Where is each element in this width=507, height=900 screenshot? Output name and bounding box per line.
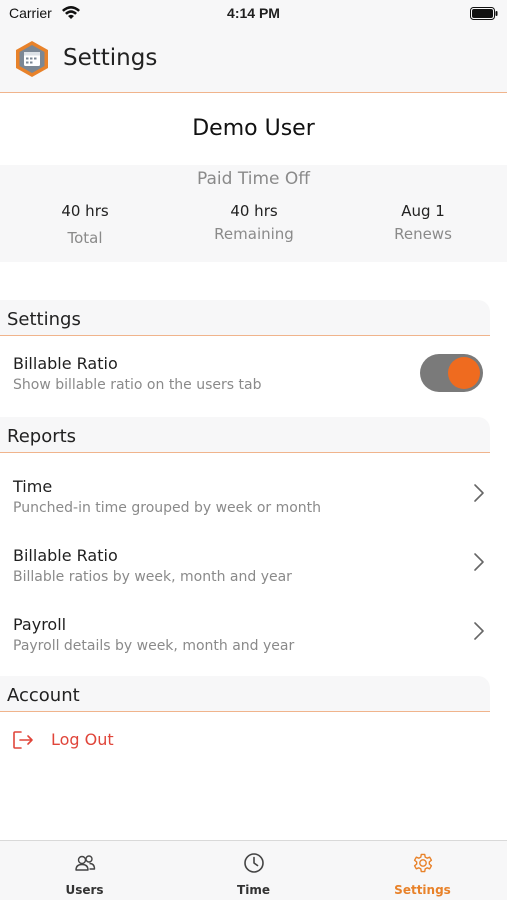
pto-remaining-value: 40 hrs [230,202,278,220]
tab-settings-label: Settings [394,883,451,897]
billable-ratio-toggle[interactable] [420,354,483,392]
report-subtitle: Billable ratios by week, month and year [13,569,292,585]
account-section-title: Account [7,685,80,706]
tab-time[interactable]: Time [169,841,338,900]
logout-button[interactable]: Log Out [0,726,507,758]
clock-icon [244,853,264,873]
page-title: Settings [63,45,158,71]
billable-ratio-setting-title: Billable Ratio [13,354,118,373]
settings-section-header: Settings [0,300,490,336]
report-subtitle: Payroll details by week, month and year [13,638,295,654]
pto-total: 40 hrs Total [0,202,170,247]
chevron-right-icon [474,484,484,502]
report-row-billable-ratio[interactable]: Billable Ratio Billable ratios by week, … [0,546,507,608]
reports-section-title: Reports [7,426,77,447]
logout-label: Log Out [51,730,114,749]
report-row-time[interactable]: Time Punched-in time grouped by week or … [0,477,507,539]
account-section-header: Account [0,676,490,712]
toggle-knob [448,357,480,389]
report-title: Payroll [13,615,67,634]
pto-renews-value: Aug 1 [401,202,445,220]
calendar-hexagon-icon [16,41,48,77]
tab-settings[interactable]: Settings [338,841,507,900]
billable-ratio-setting-subtitle: Show billable ratio on the users tab [13,377,262,393]
report-title: Time [13,477,53,496]
pto-total-label: Total [67,229,103,247]
pto-panel: Paid Time Off 40 hrs Total 40 hrs Remain… [0,165,507,262]
gear-icon [413,853,433,873]
battery-icon [470,7,498,20]
settings-screen: Carrier 4:14 PM Settings Demo User Paid … [0,0,507,900]
chevron-right-icon [474,553,484,571]
tab-users-label: Users [65,883,104,897]
user-name: Demo User [192,116,315,141]
tab-bar: Users Time Settings [0,840,507,900]
logout-icon [13,731,33,749]
report-subtitle: Punched-in time grouped by week or month [13,500,322,516]
pto-remaining: 40 hrs Remaining [169,202,339,243]
pto-renews: Aug 1 Renews [338,202,507,243]
tab-time-label: Time [237,883,270,897]
pto-total-value: 40 hrs [61,202,109,220]
reports-section-header: Reports [0,417,490,453]
report-row-payroll[interactable]: Payroll Payroll details by week, month a… [0,615,507,677]
pto-renews-label: Renews [394,225,452,243]
status-time: 4:14 PM [227,5,280,21]
users-icon [75,855,96,871]
nav-header: Settings [0,28,507,93]
status-bar: Carrier 4:14 PM [0,0,507,28]
pto-remaining-label: Remaining [214,225,294,243]
settings-section-title: Settings [7,309,81,330]
report-title: Billable Ratio [13,546,118,565]
pto-title: Paid Time Off [197,169,310,189]
tab-users[interactable]: Users [0,841,169,900]
chevron-right-icon [474,622,484,640]
